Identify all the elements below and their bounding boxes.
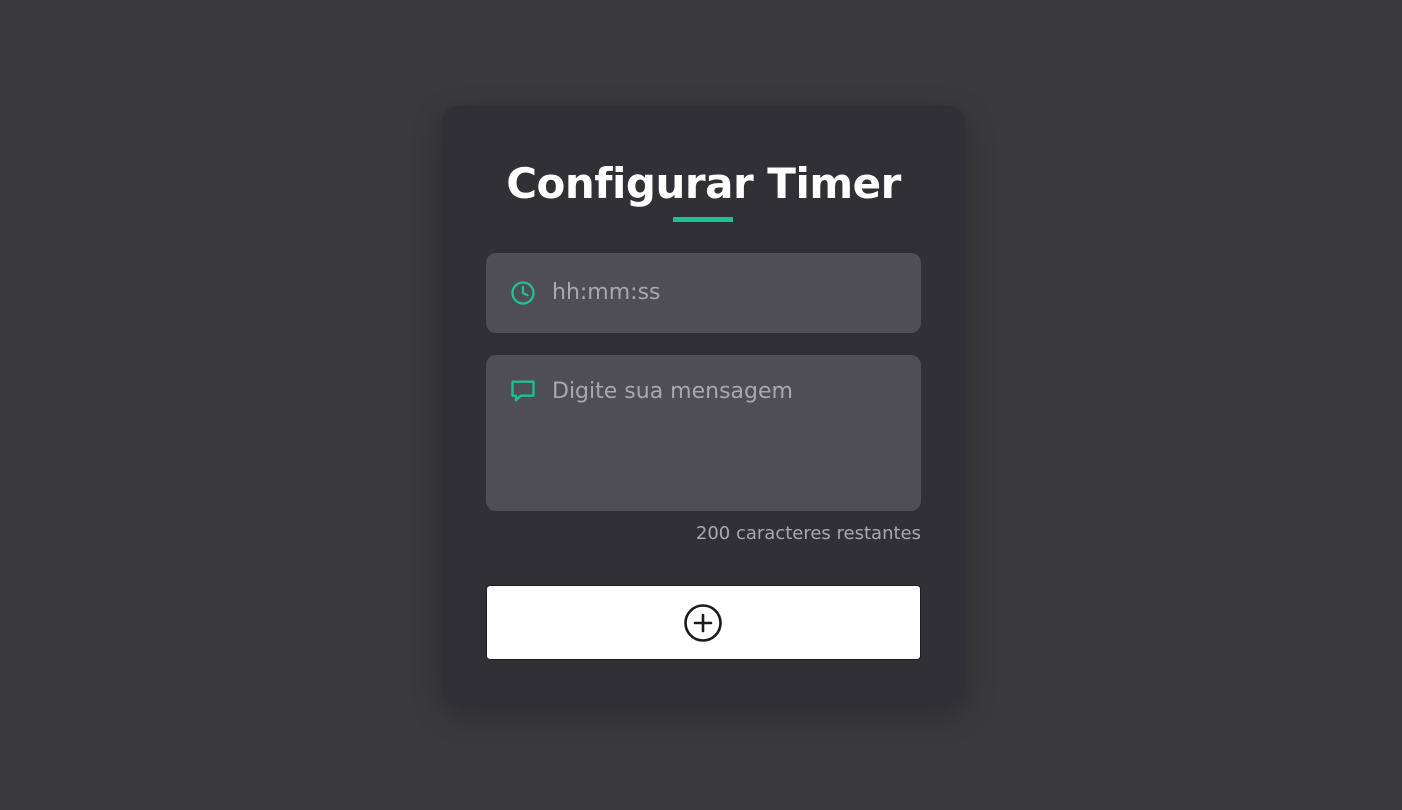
chat-bubble-icon <box>511 380 535 402</box>
clock-icon <box>511 281 535 305</box>
time-input[interactable] <box>552 277 905 309</box>
time-field-container[interactable] <box>486 253 921 333</box>
page-title: Configurar Timer <box>506 159 901 208</box>
message-field-container[interactable] <box>486 355 921 511</box>
characters-remaining-counter: 200 caracteres restantes <box>695 523 921 544</box>
plus-circle-icon <box>684 604 722 642</box>
message-input[interactable] <box>552 377 905 495</box>
timer-config-card: Configurar Timer 200 caracteres restante… <box>442 106 965 703</box>
add-timer-button[interactable] <box>486 585 921 660</box>
title-underline <box>673 217 733 222</box>
